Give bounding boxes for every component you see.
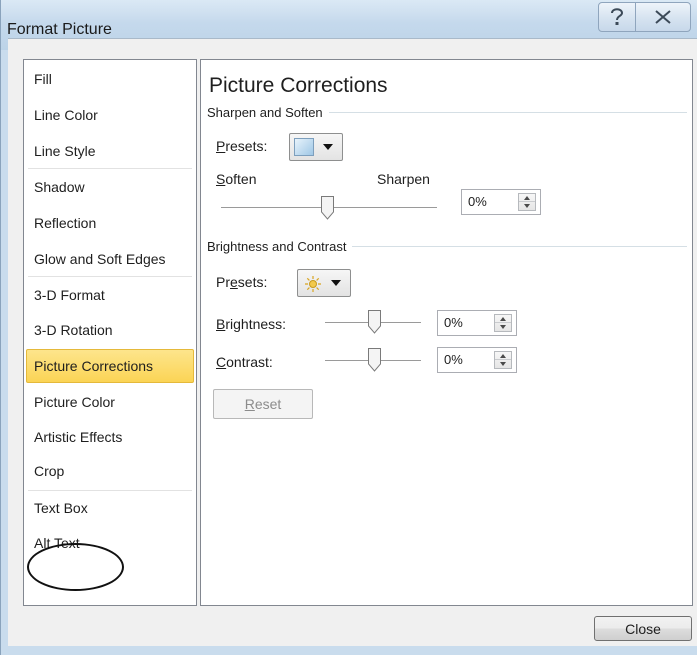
heading-rule: [328, 112, 687, 113]
category-picture-color[interactable]: Picture Color: [26, 385, 194, 419]
category-3d-rotation[interactable]: 3-D Rotation: [26, 313, 194, 347]
category-divider: [28, 276, 192, 277]
spin-up-button[interactable]: [495, 352, 511, 360]
spin-down-button[interactable]: [495, 323, 511, 331]
label-part: sets:: [237, 274, 268, 290]
category-divider: [28, 168, 192, 169]
sharpen-slider-thumb[interactable]: [321, 196, 334, 220]
arrow-down-icon: [500, 362, 506, 366]
arrow-down-icon: [524, 204, 530, 208]
spin-down-button[interactable]: [519, 202, 535, 210]
label-part: Pr: [216, 274, 230, 290]
close-x-icon: [655, 10, 671, 24]
picture-corrections-panel: Picture Corrections Sharpen and Soften P…: [200, 59, 693, 606]
spinner-arrows[interactable]: [494, 314, 512, 332]
spinner-arrows[interactable]: [494, 351, 512, 369]
arrow-down-icon: [500, 325, 506, 329]
soften-label: Soften: [216, 171, 256, 187]
category-3d-format[interactable]: 3-D Format: [26, 278, 194, 312]
sharpen-soften-heading-label: Sharpen and Soften: [207, 105, 323, 120]
label-rest: eset: [254, 396, 282, 412]
spinner-arrows[interactable]: [518, 193, 536, 211]
category-line-color[interactable]: Line Color: [26, 98, 194, 132]
heading-rule: [352, 246, 687, 247]
chevron-down-icon: [331, 280, 341, 286]
sharpen-value: 0%: [468, 194, 487, 209]
contrast-value-spinner[interactable]: 0%: [437, 347, 517, 373]
brightness-presets-label: Presets:: [216, 274, 267, 290]
mnemonic: e: [230, 274, 238, 290]
arrow-up-icon: [500, 353, 506, 358]
arrow-up-icon: [524, 195, 530, 200]
brightness-value: 0%: [444, 315, 463, 330]
sharpen-presets-label: Presets:: [216, 138, 267, 154]
sharpen-label: Sharpen: [377, 171, 430, 187]
brightness-value-spinner[interactable]: 0%: [437, 310, 517, 336]
category-text-box[interactable]: Text Box: [26, 491, 194, 525]
reset-button[interactable]: Reset: [213, 389, 313, 419]
spin-up-button[interactable]: [495, 315, 511, 323]
help-question-icon: [611, 8, 624, 25]
format-picture-dialog: Format Picture Fill Line Color Line Styl…: [0, 0, 697, 655]
spin-down-button[interactable]: [495, 360, 511, 368]
picture-thumbnail-icon: [294, 138, 314, 156]
category-glow-soft-edges[interactable]: Glow and Soft Edges: [26, 242, 194, 276]
chevron-down-icon: [323, 144, 333, 150]
category-line-style[interactable]: Line Style: [26, 134, 194, 168]
label-rest: ontrast:: [226, 354, 273, 370]
brightness-slider-thumb[interactable]: [368, 310, 381, 334]
mnemonic: R: [244, 396, 255, 412]
sun-icon: [305, 276, 321, 292]
brightness-contrast-heading-label: Brightness and Contrast: [207, 239, 347, 254]
mnemonic: S: [216, 171, 226, 187]
contrast-label: Contrast:: [216, 354, 273, 370]
close-button[interactable]: Close: [594, 616, 692, 641]
category-reflection[interactable]: Reflection: [26, 206, 194, 240]
spin-up-button[interactable]: [519, 194, 535, 202]
label-rest: resets:: [225, 138, 268, 154]
label-rest: often: [225, 171, 257, 187]
window-close-button[interactable]: [635, 2, 691, 32]
category-shadow[interactable]: Shadow: [26, 170, 194, 204]
mnemonic: C: [216, 354, 227, 370]
brightness-presets-dropdown[interactable]: [297, 269, 351, 297]
category-crop[interactable]: Crop: [26, 454, 194, 488]
sharpen-presets-dropdown[interactable]: [289, 133, 343, 161]
label-rest: rightness:: [225, 316, 287, 332]
sharpen-soften-heading: Sharpen and Soften: [207, 105, 687, 120]
category-list: Fill Line Color Line Style Shadow Reflec…: [23, 59, 197, 606]
sharpen-value-spinner[interactable]: 0%: [461, 189, 541, 215]
dialog-body: Fill Line Color Line Style Shadow Reflec…: [8, 38, 697, 646]
contrast-value: 0%: [444, 352, 463, 367]
help-button[interactable]: [598, 2, 636, 32]
category-picture-corrections[interactable]: Picture Corrections: [26, 349, 194, 383]
mnemonic: B: [216, 316, 226, 332]
brightness-label: Brightness:: [216, 316, 286, 332]
brightness-contrast-heading: Brightness and Contrast: [207, 239, 687, 254]
mnemonic: P: [216, 138, 226, 154]
alt-text-highlight-circle: [27, 543, 124, 591]
contrast-slider-thumb[interactable]: [368, 348, 381, 372]
category-artistic-effects[interactable]: Artistic Effects: [26, 420, 194, 454]
window-title: Format Picture: [7, 21, 112, 38]
arrow-up-icon: [500, 316, 506, 321]
category-fill[interactable]: Fill: [26, 62, 194, 96]
panel-title: Picture Corrections: [209, 74, 388, 97]
